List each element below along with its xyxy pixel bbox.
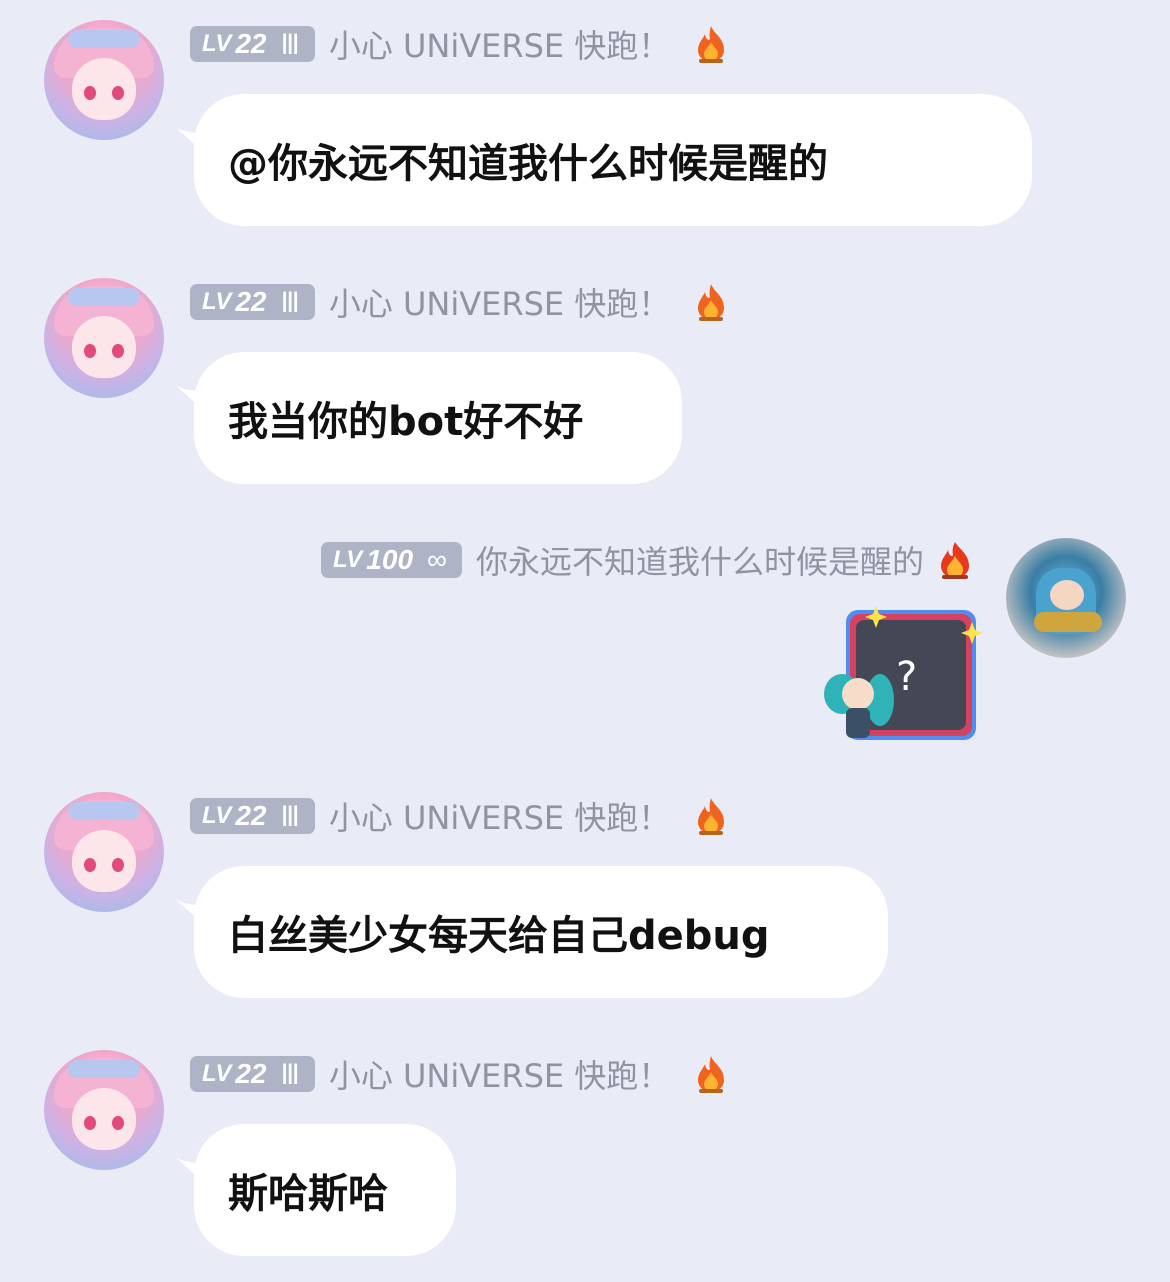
mystery-box-sticker[interactable]: ?: [816, 604, 982, 746]
message-header: LV 22 Ⅲ 小心 UNiVERSE 快跑！: [190, 793, 730, 839]
sender-name[interactable]: 小心 UNiVERSE 快跑！: [329, 793, 670, 839]
message-bubble[interactable]: @你永远不知道我什么时候是醒的: [194, 94, 1032, 226]
message-text: @你永远不知道我什么时候是醒的: [228, 141, 828, 187]
message-header: LV 22 Ⅲ 小心 UNiVERSE 快跑！: [190, 1051, 730, 1097]
level-badge[interactable]: LV 100 ∞: [320, 542, 462, 578]
message-header: LV 22 Ⅲ 小心 UNiVERSE 快跑！: [190, 279, 730, 325]
fire-icon: [698, 26, 725, 63]
level-badge[interactable]: LV 22 Ⅲ: [190, 284, 315, 320]
message-text: 白丝美少女每天给自己debug: [228, 913, 770, 959]
message-bubble[interactable]: 我当你的bot好不好: [194, 352, 682, 484]
level-badge[interactable]: LV 22 Ⅲ: [190, 798, 315, 834]
sender-avatar[interactable]: [44, 20, 164, 140]
fire-icon: [698, 1056, 725, 1093]
level-badge[interactable]: LV 22 Ⅲ: [190, 1056, 315, 1092]
message-bubble[interactable]: 斯哈斯哈: [194, 1124, 456, 1256]
message-text: 我当你的bot好不好: [228, 399, 584, 445]
message-header: LV 22 Ⅲ 小心 UNiVERSE 快跑！: [190, 21, 730, 67]
fire-icon: [698, 798, 725, 835]
sender-name[interactable]: 你永远不知道我什么时候是醒的: [476, 537, 924, 583]
sender-name[interactable]: 小心 UNiVERSE 快跑！: [329, 1051, 670, 1097]
self-avatar[interactable]: [1006, 538, 1126, 658]
sender-name[interactable]: 小心 UNiVERSE 快跑！: [329, 21, 670, 67]
fire-icon: [698, 284, 725, 321]
sender-name[interactable]: 小心 UNiVERSE 快跑！: [329, 279, 670, 325]
fire-icon: [941, 542, 969, 579]
message-header: LV 100 ∞ 你永远不知道我什么时候是醒的: [320, 537, 974, 583]
message-bubble[interactable]: 白丝美少女每天给自己debug: [194, 866, 888, 998]
sender-avatar[interactable]: [44, 1050, 164, 1170]
level-badge[interactable]: LV 22 Ⅲ: [190, 26, 315, 62]
sticker-symbol: ?: [896, 654, 917, 700]
sender-avatar[interactable]: [44, 278, 164, 398]
message-text: 斯哈斯哈: [228, 1171, 388, 1217]
sender-avatar[interactable]: [44, 792, 164, 912]
